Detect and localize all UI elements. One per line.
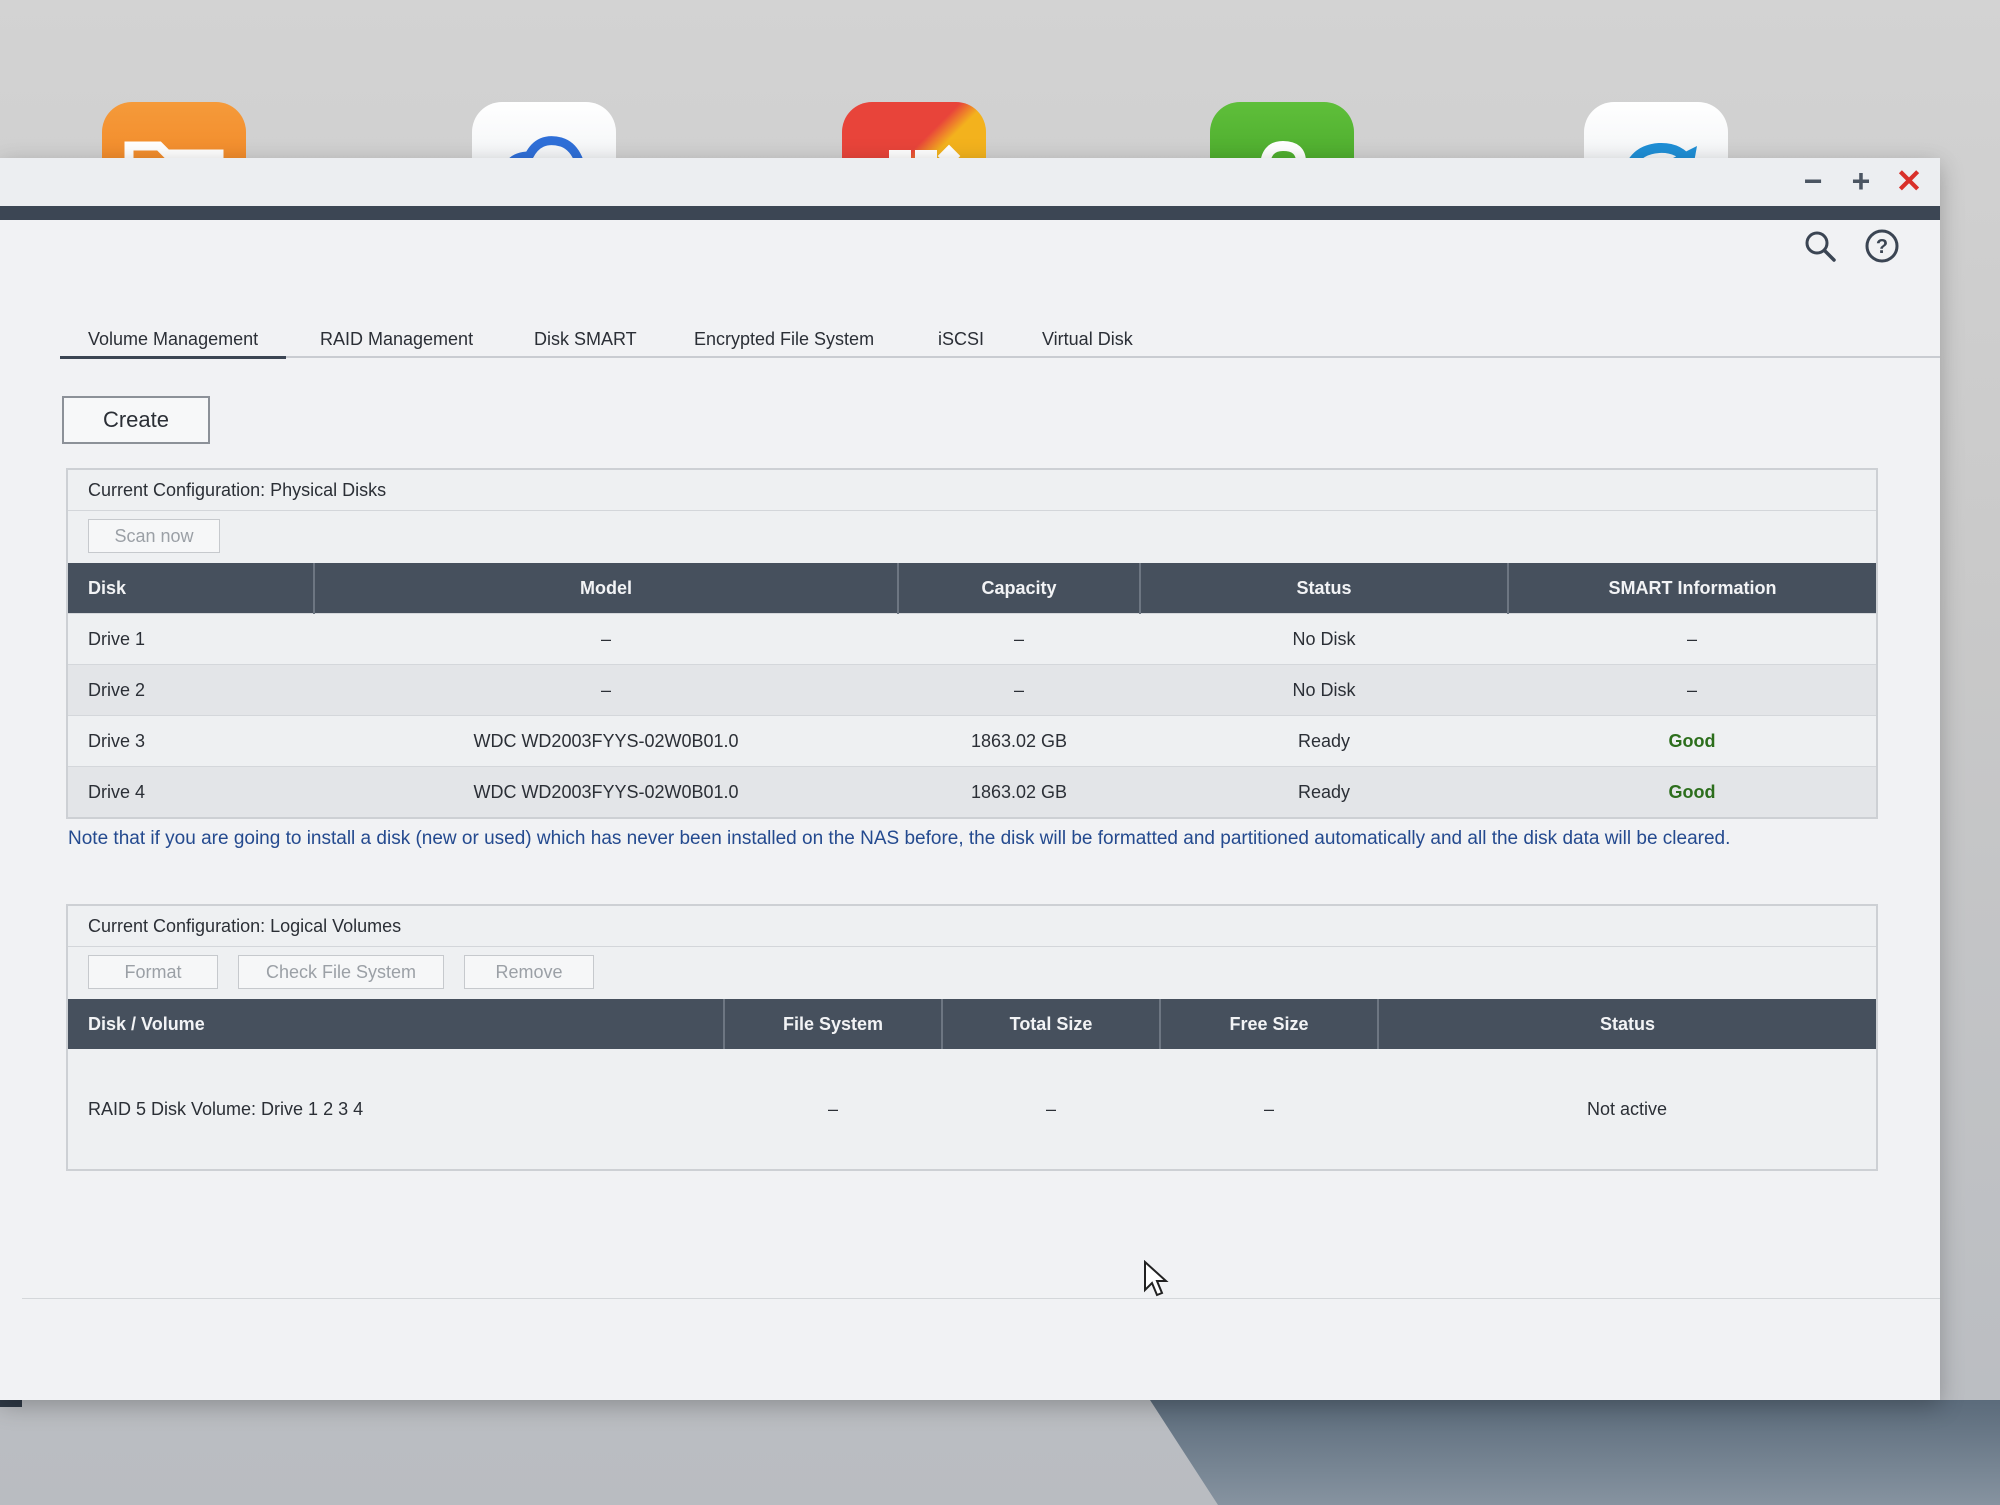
column-header-disk-volume[interactable]: Disk / Volume <box>68 999 725 1049</box>
tab-bar: Volume Management RAID Management Disk S… <box>60 322 1940 359</box>
close-button[interactable]: ✕ <box>1896 164 1923 198</box>
table-row[interactable]: Drive 3 WDC WD2003FYYS-02W0B01.0 1863.02… <box>68 715 1876 767</box>
capacity-cell: 1863.02 GB <box>898 766 1140 817</box>
desktop-background <box>1150 1400 2000 1505</box>
total-size-cell: – <box>942 1049 1160 1169</box>
volume-name-cell: RAID 5 Disk Volume: Drive 1 2 3 4 <box>68 1049 724 1169</box>
physical-disks-table: Disk Model Capacity Status SMART Informa… <box>68 563 1876 817</box>
logical-volumes-title: Current Configuration: Logical Volumes <box>68 906 1876 947</box>
column-header-smart[interactable]: SMART Information <box>1508 563 1876 614</box>
column-header-file-system[interactable]: File System <box>724 999 943 1049</box>
model-cell: – <box>314 664 898 716</box>
column-header-disk[interactable]: Disk <box>68 563 315 614</box>
column-header-free-size[interactable]: Free Size <box>1160 999 1379 1049</box>
column-header-volume-status[interactable]: Status <box>1378 999 1876 1049</box>
column-header-total-size[interactable]: Total Size <box>942 999 1161 1049</box>
help-icon[interactable]: ? <box>1862 226 1902 266</box>
search-icon[interactable] <box>1800 226 1840 266</box>
storage-manager-window: − + ✕ ? Volume Management RAID Managemen… <box>0 158 1940 1400</box>
minimize-button[interactable]: − <box>1800 164 1826 198</box>
capacity-cell: 1863.02 GB <box>898 715 1140 767</box>
remove-button[interactable]: Remove <box>464 955 594 989</box>
disk-cell: Drive 1 <box>68 613 314 665</box>
mouse-cursor-icon <box>1143 1259 1169 1303</box>
column-header-status[interactable]: Status <box>1140 563 1509 614</box>
physical-disks-panel: Current Configuration: Physical Disks Sc… <box>66 468 1878 819</box>
disk-cell: Drive 2 <box>68 664 314 716</box>
status-cell: Ready <box>1140 766 1508 817</box>
tab-volume-management[interactable]: Volume Management <box>60 322 287 359</box>
window-header-bar <box>0 206 1940 220</box>
free-size-cell: – <box>1160 1049 1378 1169</box>
status-cell: No Disk <box>1140 613 1508 665</box>
capacity-cell: – <box>898 664 1140 716</box>
smart-cell: – <box>1508 664 1876 716</box>
smart-cell: Good <box>1508 766 1876 817</box>
check-file-system-button[interactable]: Check File System <box>238 955 444 989</box>
table-row[interactable]: Drive 2 – – No Disk – <box>68 664 1876 716</box>
table-row[interactable]: RAID 5 Disk Volume: Drive 1 2 3 4 – – – … <box>68 1049 1876 1169</box>
tab-raid-management[interactable]: RAID Management <box>292 322 501 356</box>
status-cell: No Disk <box>1140 664 1508 716</box>
model-cell: WDC WD2003FYYS-02W0B01.0 <box>314 715 898 767</box>
logical-volumes-panel: Current Configuration: Logical Volumes F… <box>66 904 1878 1171</box>
maximize-button[interactable]: + <box>1848 164 1874 198</box>
window-titlebar[interactable]: − + ✕ <box>0 158 1940 206</box>
volume-status-cell: Not active <box>1378 1049 1876 1169</box>
table-row[interactable]: Drive 1 – – No Disk – <box>68 613 1876 665</box>
column-header-model[interactable]: Model <box>314 563 899 614</box>
smart-cell: – <box>1508 613 1876 665</box>
physical-disks-title: Current Configuration: Physical Disks <box>68 470 1876 511</box>
model-cell: – <box>314 613 898 665</box>
table-row[interactable]: Drive 4 WDC WD2003FYYS-02W0B01.0 1863.02… <box>68 766 1876 817</box>
column-header-capacity[interactable]: Capacity <box>898 563 1141 614</box>
svg-text:?: ? <box>1876 236 1888 258</box>
tab-iscsi[interactable]: iSCSI <box>910 322 1012 356</box>
tab-disk-smart[interactable]: Disk SMART <box>506 322 665 356</box>
scan-now-button[interactable]: Scan now <box>88 519 220 553</box>
tab-virtual-disk[interactable]: Virtual Disk <box>1014 322 1161 356</box>
capacity-cell: – <box>898 613 1140 665</box>
model-cell: WDC WD2003FYYS-02W0B01.0 <box>314 766 898 817</box>
footer-divider <box>22 1298 1940 1299</box>
status-cell: Ready <box>1140 715 1508 767</box>
format-warning-note: Note that if you are going to install a … <box>68 828 1731 849</box>
tab-encrypted-file-system[interactable]: Encrypted File System <box>666 322 902 356</box>
disk-cell: Drive 3 <box>68 715 314 767</box>
disk-cell: Drive 4 <box>68 766 314 817</box>
smart-cell: Good <box>1508 715 1876 767</box>
create-button[interactable]: Create <box>62 396 210 444</box>
file-system-cell: – <box>724 1049 942 1169</box>
logical-volumes-table: Disk / Volume File System Total Size Fre… <box>68 999 1876 1169</box>
format-button[interactable]: Format <box>88 955 218 989</box>
